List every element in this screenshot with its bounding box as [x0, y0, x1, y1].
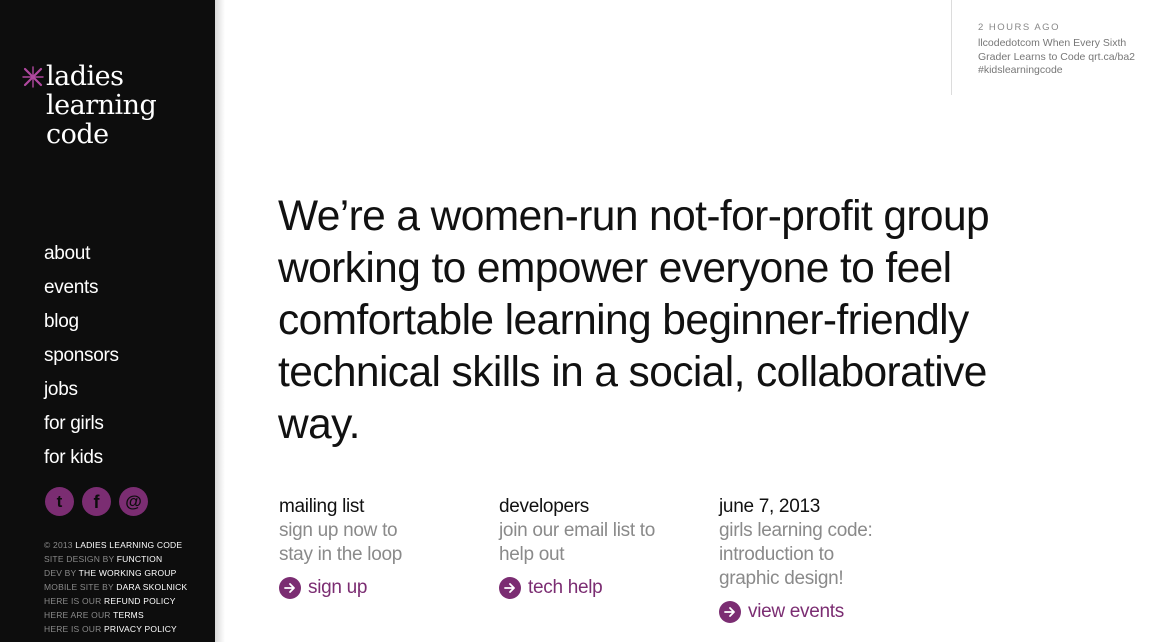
logo-line-3: code	[46, 119, 109, 150]
facebook-icon: f	[94, 492, 101, 512]
facebook-button[interactable]: f	[82, 487, 111, 516]
cta-label: tech help	[528, 577, 603, 598]
logo-cross-icon	[22, 66, 44, 88]
twitter-button[interactable]: t	[45, 487, 74, 516]
tweet-text[interactable]: llcodedotcom When Every Sixth Grader Lea…	[978, 37, 1158, 78]
sign-up-link[interactable]: sign up	[279, 577, 479, 599]
privacy-policy-link[interactable]: PRIVACY POLICY	[104, 624, 177, 634]
working-group-link[interactable]: THE WORKING GROUP	[79, 568, 177, 578]
latest-tweet: 2 HOURS AGO llcodedotcom When Every Sixt…	[978, 22, 1158, 78]
column-title: mailing list	[279, 496, 365, 517]
tweet-divider	[951, 0, 952, 95]
credit-terms: HERE ARE OUR TERMS	[44, 608, 187, 622]
arrow-right-icon	[719, 601, 741, 623]
cta-label: view events	[748, 601, 844, 622]
svg-text:t: t	[57, 492, 63, 511]
next-event-column: june 7, 2013 girls learning code: introd…	[719, 495, 919, 623]
nav-item-about[interactable]: about	[44, 240, 90, 268]
credit-prefix: HERE IS OUR	[44, 596, 102, 606]
credit-copyright: © 2013 LADIES LEARNING CODE	[44, 538, 187, 552]
column-title: june 7, 2013	[719, 496, 820, 517]
terms-link[interactable]: TERMS	[113, 610, 144, 620]
nav-item-for-girls[interactable]: for girls	[44, 410, 104, 438]
mailing-list-column: mailing list sign up now to stay in the …	[279, 495, 479, 599]
logo-line-1: ladies	[46, 61, 124, 92]
credit-prefix: HERE IS OUR	[44, 624, 102, 634]
credit-prefix: HERE ARE OUR	[44, 610, 111, 620]
credit-mobile: MOBILE SITE BY DARA SKOLNICK	[44, 580, 187, 594]
footer-credits: © 2013 LADIES LEARNING CODE SITE DESIGN …	[44, 538, 187, 636]
credit-dev: DEV BY THE WORKING GROUP	[44, 566, 187, 580]
tweet-timestamp: 2 HOURS AGO	[978, 22, 1060, 33]
nav-item-jobs[interactable]: jobs	[44, 376, 78, 404]
nav-item-events[interactable]: events	[44, 274, 98, 302]
column-description: girls learning code: introduction to gra…	[719, 520, 873, 589]
logo-wordmark: ladies learning code	[46, 62, 206, 149]
credit-refund: HERE IS OUR REFUND POLICY	[44, 594, 187, 608]
cta-label: sign up	[308, 577, 368, 598]
email-button[interactable]: @	[119, 487, 148, 516]
mission-headline: We’re a women-run not-for-profit group w…	[278, 193, 990, 448]
credit-privacy: HERE IS OUR PRIVACY POLICY	[44, 622, 187, 636]
nav-item-sponsors[interactable]: sponsors	[44, 342, 119, 370]
nav-item-for-kids[interactable]: for kids	[44, 444, 103, 472]
logo-line-2: learning	[46, 90, 157, 121]
nav-item-blog[interactable]: blog	[44, 308, 79, 336]
email-icon: @	[125, 492, 142, 511]
developers-column: developers join our email list to help o…	[499, 495, 699, 599]
dara-skolnick-link[interactable]: DARA SKOLNICK	[116, 582, 187, 592]
social-links: t f @	[45, 487, 148, 516]
column-description: sign up now to stay in the loop	[279, 520, 403, 565]
tech-help-link[interactable]: tech help	[499, 577, 699, 599]
twitter-icon: t	[57, 492, 63, 511]
view-events-link[interactable]: view events	[719, 601, 919, 623]
svg-text:f: f	[94, 492, 101, 512]
arrow-right-icon	[499, 577, 521, 599]
arrow-right-icon	[279, 577, 301, 599]
column-description: join our email list to help out	[499, 520, 656, 565]
column-title: developers	[499, 496, 589, 517]
credit-prefix: © 2013	[44, 540, 73, 550]
credit-name: LADIES LEARNING CODE	[75, 540, 183, 550]
credit-prefix: DEV BY	[44, 568, 77, 578]
credit-design: SITE DESIGN BY FUNCTION	[44, 552, 187, 566]
refund-policy-link[interactable]: REFUND POLICY	[104, 596, 176, 606]
svg-text:@: @	[125, 492, 142, 511]
function-link[interactable]: FUNCTION	[117, 554, 163, 564]
sidebar: ladies learning code about events blog s…	[0, 0, 215, 642]
credit-prefix: SITE DESIGN BY	[44, 554, 115, 564]
credit-prefix: MOBILE SITE BY	[44, 582, 114, 592]
sidebar-shadow	[215, 0, 225, 642]
main-nav: about events blog sponsors jobs for girl…	[44, 240, 119, 478]
